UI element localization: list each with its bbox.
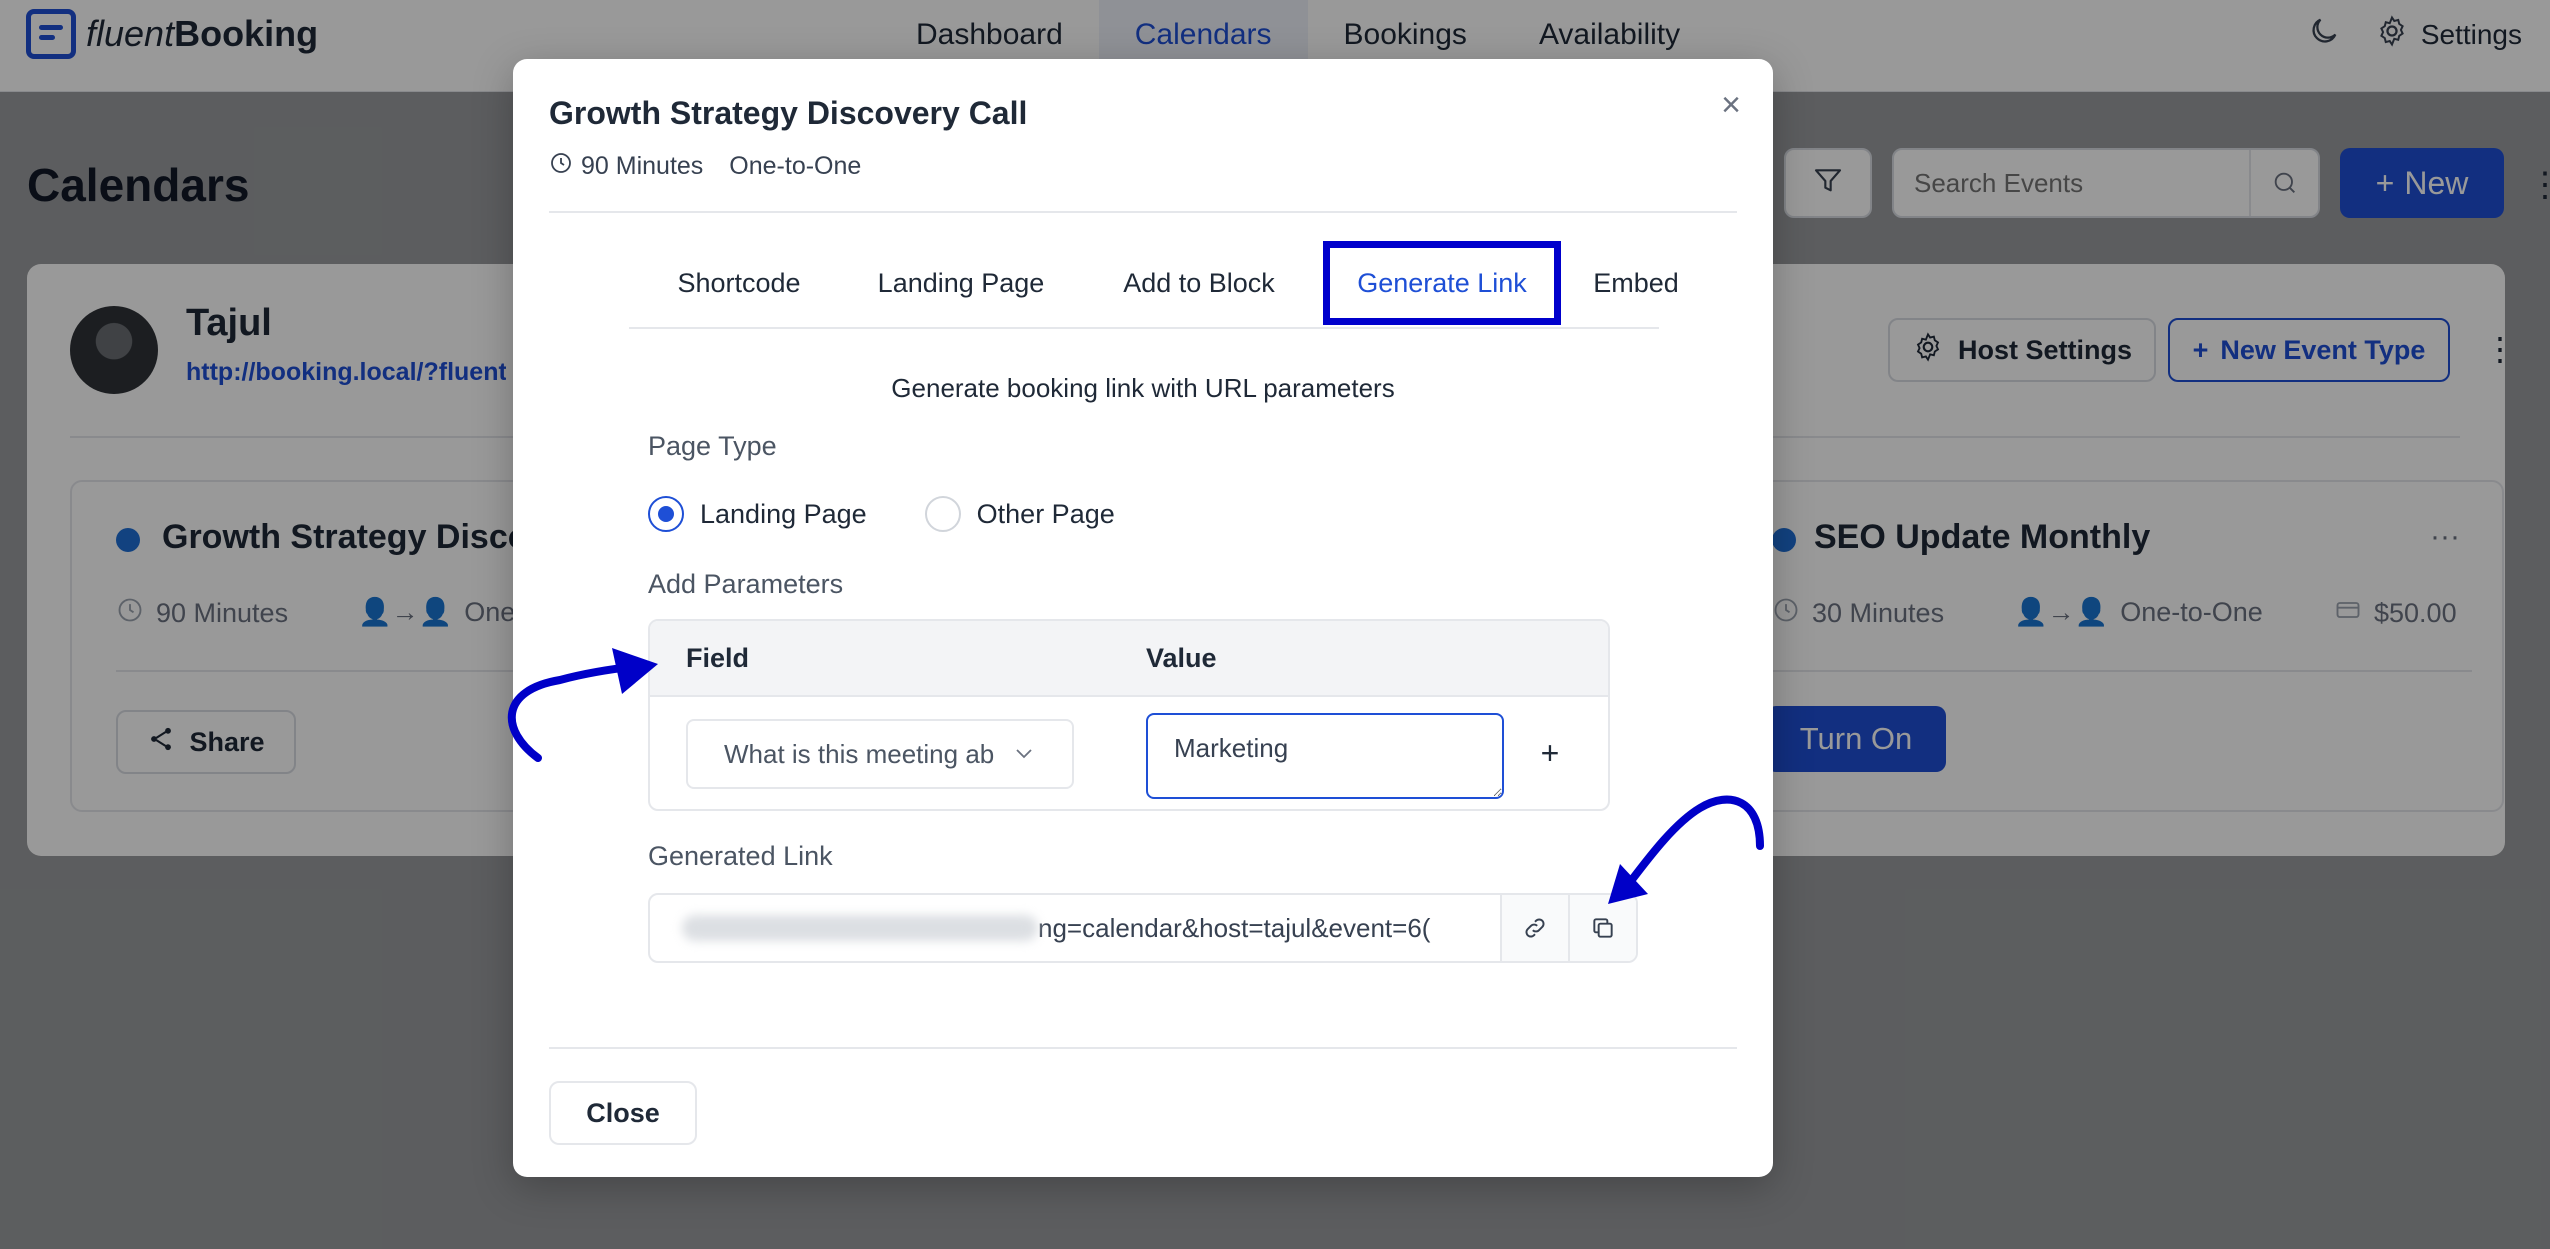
close-icon[interactable]: ×	[1711, 85, 1751, 125]
copy-icon[interactable]	[1568, 895, 1636, 961]
page-type-radio-group: Landing Page Other Page	[648, 496, 1173, 532]
clock-icon	[549, 151, 573, 182]
divider	[549, 211, 1737, 213]
radio-unselected-icon	[924, 496, 961, 532]
divider	[549, 1047, 1737, 1049]
modal-meeting-type: One-to-One	[729, 152, 862, 180]
share-event-modal: Growth Strategy Discovery Call × 90 Minu…	[513, 59, 1773, 1177]
add-parameter-button[interactable]: +	[1530, 733, 1570, 773]
chevron-down-icon	[1012, 741, 1036, 772]
add-parameters-label: Add Parameters	[648, 569, 844, 599]
field-column-header: Field	[686, 643, 750, 673]
open-link-icon[interactable]	[1500, 895, 1568, 961]
share-tabs: Shortcode Landing Page Add to Block Gene…	[629, 241, 1679, 329]
generate-link-subtitle: Generate booking link with URL parameter…	[891, 373, 1395, 403]
tab-generate-link[interactable]: Generate Link	[1323, 241, 1561, 325]
tab-shortcode[interactable]: Shortcode	[649, 241, 829, 325]
parameters-table: Field Value What is this meeting ab Mark…	[648, 619, 1610, 811]
modal-duration: 90 Minutes	[581, 152, 704, 180]
value-input[interactable]: Marketing	[1146, 713, 1504, 799]
generated-link-label: Generated Link	[648, 841, 833, 871]
generated-link-text: ng=calendar&host=tajul&event=6(	[1038, 912, 1431, 943]
tab-embed[interactable]: Embed	[1579, 241, 1693, 325]
field-select[interactable]: What is this meeting ab	[686, 719, 1074, 789]
tab-add-to-block[interactable]: Add to Block	[1093, 241, 1305, 325]
tab-landing-page[interactable]: Landing Page	[855, 241, 1067, 325]
page-type-label: Page Type	[648, 431, 777, 461]
modal-title: Growth Strategy Discovery Call	[549, 95, 1028, 131]
generated-link-field[interactable]: ng=calendar&host=tajul&event=6(	[648, 893, 1638, 963]
blurred-url-part	[650, 895, 1038, 961]
radio-other-page[interactable]: Other Page	[924, 496, 1115, 532]
close-button[interactable]: Close	[549, 1081, 697, 1145]
table-header: Field Value	[650, 621, 1608, 697]
radio-selected-icon	[648, 496, 684, 532]
value-column-header: Value	[1146, 643, 1217, 673]
radio-landing-page[interactable]: Landing Page	[648, 496, 867, 532]
